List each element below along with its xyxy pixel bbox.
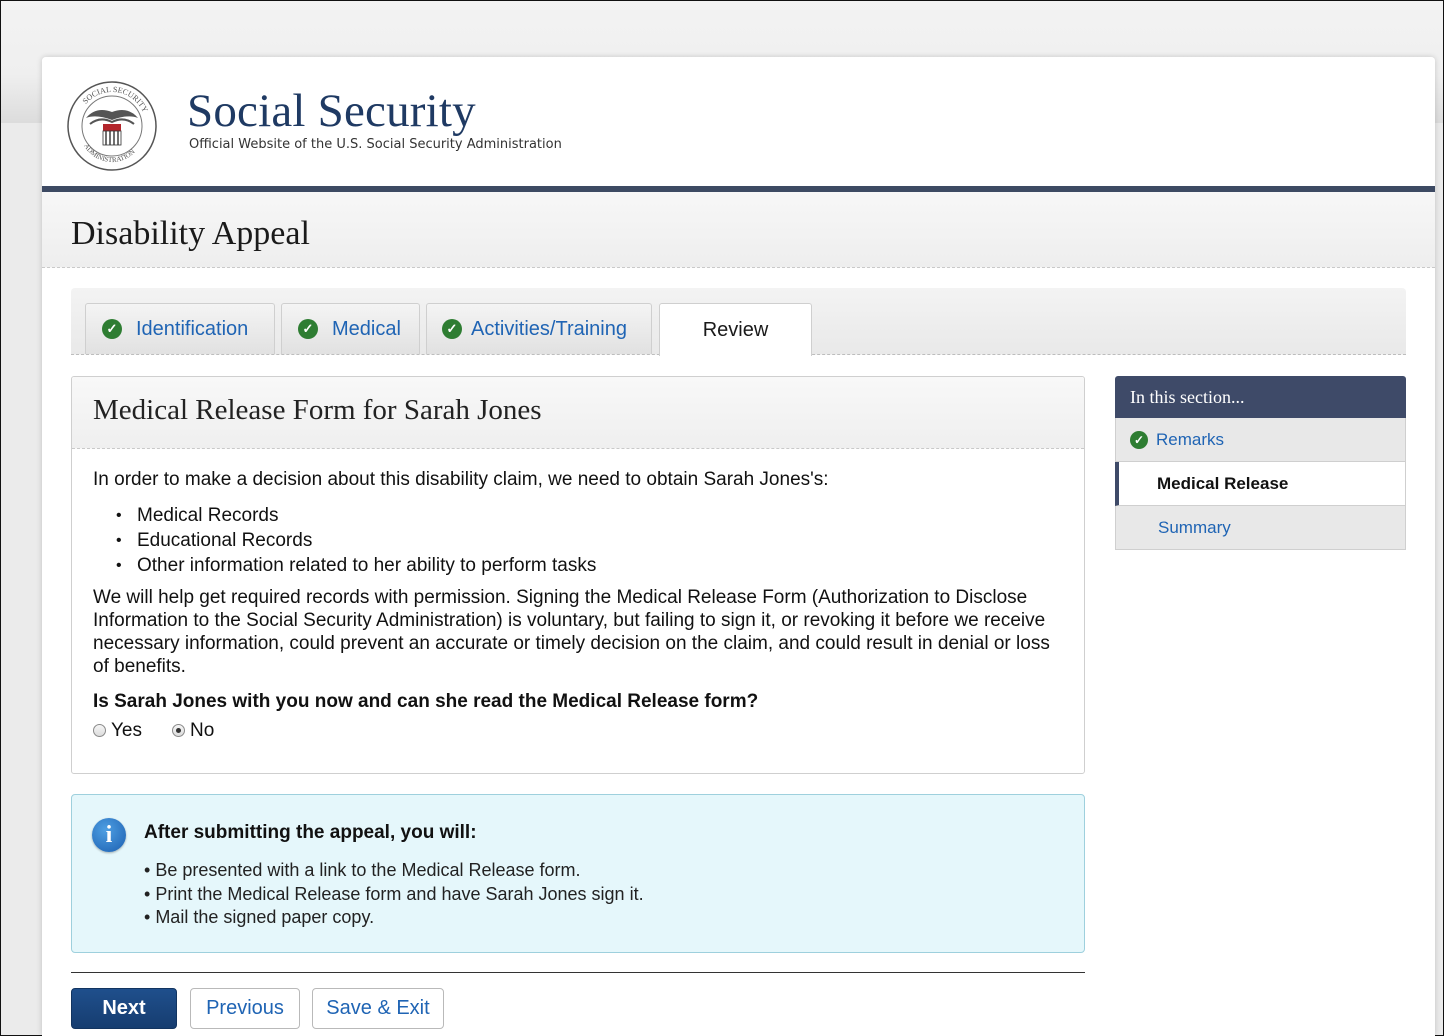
ssa-seal-logo[interactable]: SOCIAL SECURITY ADMINISTRATION bbox=[66, 80, 158, 172]
tab-label: Review bbox=[702, 318, 769, 341]
tab-identification[interactable]: ✓ Identification bbox=[85, 303, 275, 354]
radio-label-no: No bbox=[190, 720, 215, 741]
sidebar-item-summary[interactable]: Summary bbox=[1115, 506, 1406, 550]
form-divider bbox=[71, 972, 1085, 973]
panel-title: Medical Release Form for Sarah Jones bbox=[93, 394, 542, 426]
site-header: SOCIAL SECURITY ADMINISTRATION Social Se… bbox=[42, 57, 1435, 186]
panel-header: Medical Release Form for Sarah Jones bbox=[72, 377, 1084, 449]
check-circle-icon: ✓ bbox=[298, 319, 318, 339]
sidebar-item-label: Summary bbox=[1158, 517, 1231, 537]
info-title: After submitting the appeal, you will: bbox=[144, 822, 477, 843]
list-item: Medical Records bbox=[93, 503, 1053, 528]
radio-yes[interactable]: Yes bbox=[93, 719, 142, 742]
list-item: Other information related to her ability… bbox=[93, 553, 1053, 578]
sidebar-item-label: Remarks bbox=[1156, 429, 1225, 449]
sidebar-item-remarks[interactable]: ✓ Remarks bbox=[1115, 418, 1406, 462]
list-item: Educational Records bbox=[93, 528, 1053, 553]
page-title: Disability Appeal bbox=[71, 215, 310, 252]
list-item: Be presented with a link to the Medical … bbox=[144, 859, 644, 883]
save-exit-button[interactable]: Save & Exit bbox=[312, 988, 444, 1029]
next-button[interactable]: Next bbox=[71, 988, 177, 1029]
section-tabs: ✓ Identification ✓ Medical ✓ Activities/… bbox=[71, 288, 1406, 356]
tab-label: Identification bbox=[136, 317, 249, 340]
check-circle-icon: ✓ bbox=[102, 319, 122, 339]
page-container: SOCIAL SECURITY ADMINISTRATION Social Se… bbox=[42, 57, 1435, 1036]
site-title[interactable]: Social Security bbox=[187, 83, 476, 139]
question-label: Is Sarah Jones with you now and can she … bbox=[93, 691, 759, 712]
explanation-text: We will help get required records with p… bbox=[93, 587, 1050, 677]
sidebar-item-medical-release[interactable]: Medical Release bbox=[1115, 462, 1406, 506]
radio-button-no[interactable] bbox=[172, 724, 185, 737]
sidebar-heading: In this section... bbox=[1115, 376, 1406, 418]
previous-button[interactable]: Previous bbox=[190, 988, 300, 1029]
tab-label: Activities/Training bbox=[471, 317, 627, 340]
info-icon: i bbox=[92, 818, 126, 852]
tab-label: Medical bbox=[332, 317, 401, 340]
check-circle-icon: ✓ bbox=[1130, 430, 1148, 449]
tab-review[interactable]: Review bbox=[659, 303, 812, 356]
tab-medical[interactable]: ✓ Medical bbox=[281, 303, 420, 354]
site-subtitle: Official Website of the U.S. Social Secu… bbox=[189, 137, 562, 152]
info-callout: i After submitting the appeal, you will:… bbox=[71, 794, 1085, 953]
page-title-area: Disability Appeal bbox=[42, 192, 1435, 268]
list-item: Print the Medical Release form and have … bbox=[144, 883, 643, 907]
tab-activities-training[interactable]: ✓ Activities/Training bbox=[426, 303, 652, 354]
radio-no[interactable]: No bbox=[172, 719, 214, 742]
radio-button-yes[interactable] bbox=[93, 724, 106, 737]
info-list: Be presented with a link to the Medical … bbox=[144, 859, 644, 930]
list-item: Mail the signed paper copy. bbox=[144, 906, 644, 930]
medical-release-panel: Medical Release Form for Sarah Jones In … bbox=[71, 376, 1085, 774]
intro-text: In order to make a decision about this d… bbox=[93, 469, 829, 490]
check-circle-icon: ✓ bbox=[442, 319, 462, 339]
records-list: Medical Records Educational Records Othe… bbox=[93, 503, 1053, 578]
radio-label-yes: Yes bbox=[111, 720, 142, 741]
radio-group: Yes No bbox=[93, 719, 1053, 742]
panel-body: In order to make a decision about this d… bbox=[93, 468, 1053, 742]
section-sidebar: In this section... ✓ Remarks Medical Rel… bbox=[1115, 376, 1406, 550]
sidebar-item-label: Medical Release bbox=[1157, 473, 1289, 493]
